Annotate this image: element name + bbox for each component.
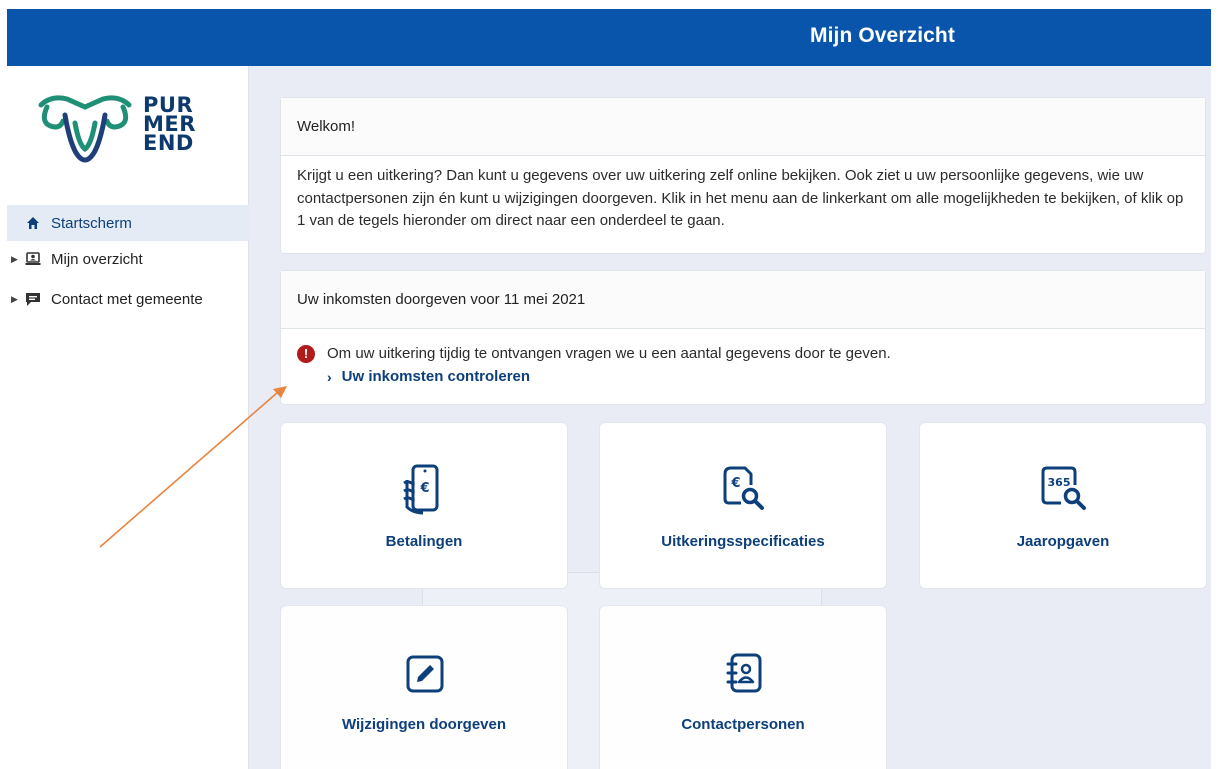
tile-label: Contactpersonen xyxy=(681,716,805,733)
top-bar: Mijn Overzicht xyxy=(7,9,1211,66)
check-income-link-label: Uw inkomsten controleren xyxy=(341,367,531,385)
sidebar-item-label: Startscherm xyxy=(51,214,132,232)
sidebar-item-mijn-overzicht[interactable]: ▶ Mijn overzicht xyxy=(7,241,249,277)
svg-text:€: € xyxy=(419,481,429,496)
cow-head-icon xyxy=(38,95,132,163)
euro-document-search-icon: € xyxy=(723,466,764,510)
tile-label: Wijzigingen doorgeven xyxy=(341,716,507,733)
tile-wijzigingen-doorgeven[interactable]: Wijzigingen doorgeven xyxy=(280,605,568,769)
sidebar-item-label: Mijn overzicht xyxy=(51,250,143,268)
tile-contactpersonen[interactable]: Contactpersonen xyxy=(599,605,887,769)
svg-text:€: € xyxy=(730,476,740,491)
sidebar-item-startscherm[interactable]: Startscherm xyxy=(7,205,249,241)
phone-payment-icon: € xyxy=(403,464,439,515)
tile-betalingen[interactable]: € Betalingen xyxy=(280,422,568,589)
logo-line-3: END xyxy=(143,131,194,155)
expand-caret-icon[interactable]: ▶ xyxy=(7,294,21,305)
welcome-card: Welkom! Krijgt u een uitkering? Dan kunt… xyxy=(280,97,1206,254)
tile-label: Uitkeringsspecificaties xyxy=(661,533,825,550)
sidebar: PUR MER END Startscherm ▶ Mijn overzicht… xyxy=(7,66,249,769)
purmerend-logo[interactable]: PUR MER END xyxy=(35,93,225,178)
alert-exclamation-icon: ! xyxy=(297,345,315,364)
chevron-right-icon: › xyxy=(327,368,332,385)
calendar-365-search-icon: 365 xyxy=(1041,466,1086,510)
check-income-link[interactable]: › Uw inkomsten controleren xyxy=(327,366,1189,389)
income-body: ! Om uw uitkering tijdig te ontvangen vr… xyxy=(281,329,1205,398)
calendar-365-text: 365 xyxy=(1048,476,1071,489)
edit-pencil-icon xyxy=(406,655,444,693)
welcome-title: Welkom! xyxy=(281,98,1205,156)
contact-book-icon xyxy=(726,653,762,693)
expand-caret-icon[interactable]: ▶ xyxy=(7,254,21,265)
tile-uitkeringsspecificaties[interactable]: € Uitkeringsspecificaties xyxy=(599,422,887,589)
tile-jaaropgaven[interactable]: 365 Jaaropgaven xyxy=(919,422,1207,589)
app-window: Mijn Overzicht PUR MER END Startscherm ▶… xyxy=(7,9,1211,769)
home-icon xyxy=(21,216,45,230)
alert-row: ! Om uw uitkering tijdig te ontvangen vr… xyxy=(297,343,1189,366)
logo-wordmark: PUR MER END xyxy=(143,95,196,155)
income-title: Uw inkomsten doorgeven voor 11 mei 2021 xyxy=(281,271,1205,329)
tile-label: Jaaropgaven xyxy=(1016,533,1110,550)
user-card-icon xyxy=(21,252,45,266)
page-title: Mijn Overzicht xyxy=(810,24,955,47)
chat-icon xyxy=(21,292,45,307)
sidebar-item-contact-met-gemeente[interactable]: ▶ Contact met gemeente xyxy=(7,281,249,317)
tile-label: Betalingen xyxy=(385,533,463,550)
welcome-text: Krijgt u een uitkering? Dan kunt u gegev… xyxy=(297,167,1184,229)
alert-message: Om uw uitkering tijdig te ontvangen vrag… xyxy=(327,345,891,362)
income-card: Uw inkomsten doorgeven voor 11 mei 2021 … xyxy=(280,270,1206,405)
sidebar-item-label: Contact met gemeente xyxy=(51,290,203,308)
